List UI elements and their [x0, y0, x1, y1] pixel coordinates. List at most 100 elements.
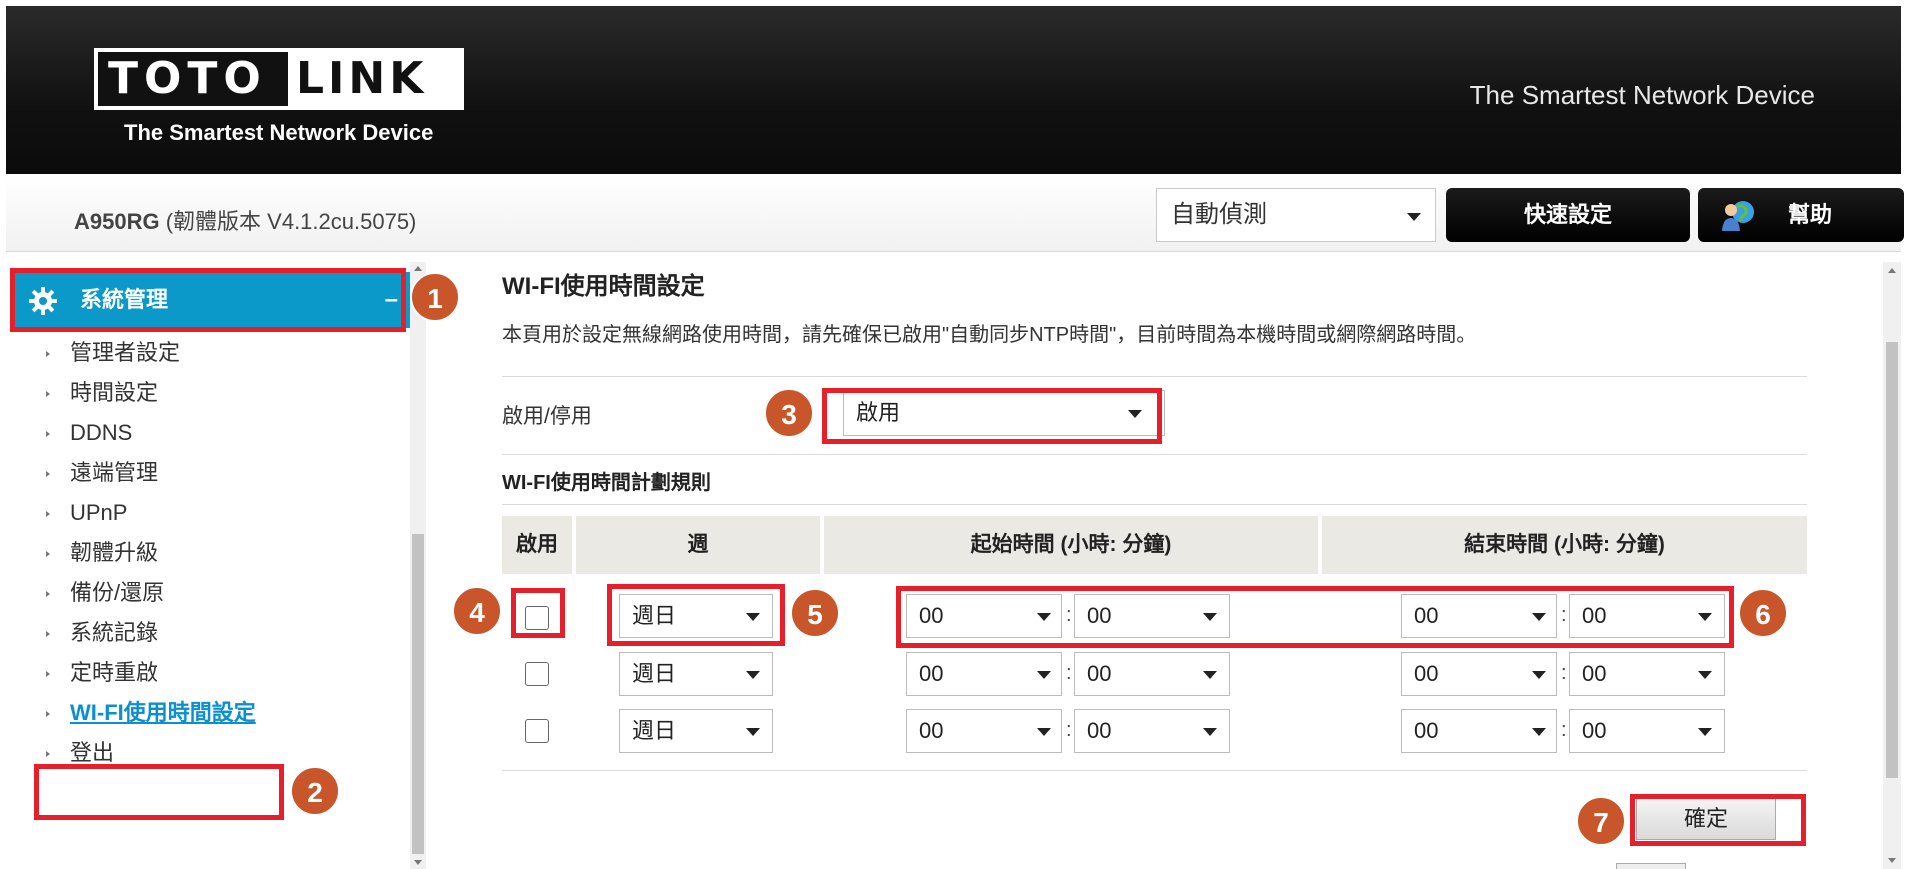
scroll-down-arrow-icon[interactable]	[414, 860, 422, 865]
sidebar-item-label: UPnP	[70, 500, 128, 525]
bullet-icon	[46, 711, 50, 718]
enable-disable-label: 啟用/停用	[502, 405, 592, 428]
language-select[interactable]: 自動偵測	[1156, 188, 1436, 242]
logo-tagline: The Smartest Network Device	[124, 120, 434, 145]
start-hour-select[interactable]: 00	[906, 709, 1062, 753]
bullet-icon	[46, 431, 50, 438]
day-select[interactable]: 週日	[619, 709, 773, 753]
end-minute-value: 00	[1582, 661, 1607, 686]
chevron-down-icon	[1698, 728, 1712, 736]
totolink-logo[interactable]: TOTO LINK The Smartest Network Device	[94, 48, 464, 154]
annotation-badge-7: 7	[1576, 796, 1626, 846]
sidebar-item-remote-management[interactable]: 遠端管理	[46, 458, 158, 488]
bullet-icon	[46, 391, 50, 398]
scroll-up-arrow-icon[interactable]	[1888, 268, 1896, 273]
bullet-icon	[46, 751, 50, 758]
sidebar-item-scheduled-reboot[interactable]: 定時重啟	[46, 658, 158, 688]
sidebar-item-label: WI-FI使用時間設定	[70, 700, 256, 725]
bullet-icon	[46, 591, 50, 598]
content-scroll-thumb[interactable]	[1886, 342, 1898, 778]
chevron-down-icon	[1037, 728, 1051, 736]
quick-setup-button[interactable]: 快速設定	[1446, 188, 1690, 242]
sidebar-item-upnp[interactable]: UPnP	[46, 498, 127, 528]
partial-button-edge	[1616, 863, 1686, 869]
column-header-enable: 啟用	[502, 516, 572, 574]
start-minute-value: 00	[1087, 661, 1112, 686]
sidebar-item-label: 時間設定	[70, 380, 159, 405]
annotation-badge-1: 1	[410, 272, 460, 322]
sidebar-item-admin-settings[interactable]: 管理者設定	[46, 338, 180, 368]
end-minute-select[interactable]: 00	[1569, 652, 1725, 696]
annotation-box-6	[896, 586, 1734, 648]
sidebar-item-label: 韌體升級	[70, 540, 159, 565]
page-description: 本頁用於設定無線網路使用時間，請先確保已啟用"自動同步NTP時間"，目前時間為本…	[502, 324, 1477, 346]
start-hour-select[interactable]: 00	[906, 652, 1062, 696]
scroll-down-arrow-icon[interactable]	[1888, 858, 1896, 863]
sidebar-item-wifi-schedule[interactable]: WI-FI使用時間設定	[46, 698, 256, 728]
sidebar-item-ddns[interactable]: DDNS	[46, 418, 132, 448]
rules-section-title: WI-FI使用時間計劃規則	[502, 472, 711, 494]
time-separator: :	[1066, 719, 1072, 741]
chevron-down-icon	[746, 728, 760, 736]
help-person-globe-icon	[1722, 201, 1754, 231]
quick-setup-label: 快速設定	[1523, 202, 1612, 227]
sidebar-item-time-settings[interactable]: 時間設定	[46, 378, 158, 408]
end-hour-select[interactable]: 00	[1401, 652, 1557, 696]
sidebar-item-label: 備份/還原	[70, 580, 165, 605]
day-select[interactable]: 週日	[619, 652, 773, 696]
annotation-badge-5: 5	[790, 588, 840, 638]
end-hour-select[interactable]: 00	[1401, 709, 1557, 753]
time-separator: :	[1561, 719, 1567, 741]
sidebar-item-firmware-upgrade[interactable]: 韌體升級	[46, 538, 158, 568]
start-minute-select[interactable]: 00	[1074, 652, 1230, 696]
bullet-icon	[46, 631, 50, 638]
bullet-icon	[46, 511, 50, 518]
sidebar-scrollbar[interactable]	[410, 262, 426, 869]
rule-enable-checkbox[interactable]	[525, 719, 549, 743]
annotation-badge-6: 6	[1738, 588, 1788, 638]
app-header: TOTO LINK The Smartest Network Device Th…	[6, 6, 1901, 174]
column-header-week: 週	[576, 516, 820, 574]
start-minute-value: 00	[1087, 718, 1112, 743]
chevron-down-icon	[1532, 728, 1546, 736]
firmware-version: (韌體版本 V4.1.2cu.5075)	[165, 209, 417, 234]
end-hour-value: 00	[1414, 718, 1439, 743]
end-hour-value: 00	[1414, 661, 1439, 686]
annotation-box-1	[10, 268, 406, 332]
bullet-icon	[46, 351, 50, 358]
end-minute-value: 00	[1582, 718, 1607, 743]
chevron-down-icon	[1698, 671, 1712, 679]
sidebar-item-label: 系統記錄	[70, 620, 159, 645]
column-header-end-time: 結束時間 (小時: 分鐘)	[1322, 516, 1807, 574]
logo-frame: TOTO LINK	[94, 48, 464, 110]
logo-word-toto: TOTO	[108, 53, 267, 104]
bullet-icon	[46, 471, 50, 478]
start-hour-value: 00	[919, 718, 944, 743]
chevron-down-icon	[1407, 213, 1421, 221]
content-scrollbar[interactable]	[1883, 262, 1901, 869]
sidebar-item-backup-restore[interactable]: 備份/還原	[46, 578, 164, 608]
bullet-icon	[46, 671, 50, 678]
annotation-badge-2: 2	[290, 766, 340, 816]
main-content: WI-FI使用時間設定 本頁用於設定無線網路使用時間，請先確保已啟用"自動同步N…	[426, 262, 1901, 869]
day-value: 週日	[632, 718, 677, 743]
language-value: 自動偵測	[1171, 201, 1267, 228]
rule-enable-checkbox[interactable]	[525, 662, 549, 686]
time-separator: :	[1561, 662, 1567, 684]
model-version: A950RG (韌體版本 V4.1.2cu.5075)	[74, 204, 416, 236]
chevron-down-icon	[1037, 671, 1051, 679]
header-slogan: The Smartest Network Device	[1469, 80, 1815, 110]
end-minute-select[interactable]: 00	[1569, 709, 1725, 753]
divider	[502, 454, 1807, 455]
sidebar-scroll-thumb[interactable]	[412, 534, 424, 854]
help-label: 幫助	[1788, 202, 1833, 227]
top-bar: A950RG (韌體版本 V4.1.2cu.5075) 自動偵測 快速設定 幫助	[6, 174, 1904, 252]
annotation-badge-3: 3	[764, 388, 814, 438]
help-button[interactable]: 幫助	[1698, 188, 1904, 242]
sidebar-item-label: 定時重啟	[70, 660, 159, 685]
scroll-up-arrow-icon[interactable]	[414, 266, 422, 271]
start-minute-select[interactable]: 00	[1074, 709, 1230, 753]
annotation-box-5	[607, 584, 785, 646]
sidebar-item-label: 遠端管理	[70, 460, 159, 485]
sidebar-item-system-log[interactable]: 系統記錄	[46, 618, 158, 648]
